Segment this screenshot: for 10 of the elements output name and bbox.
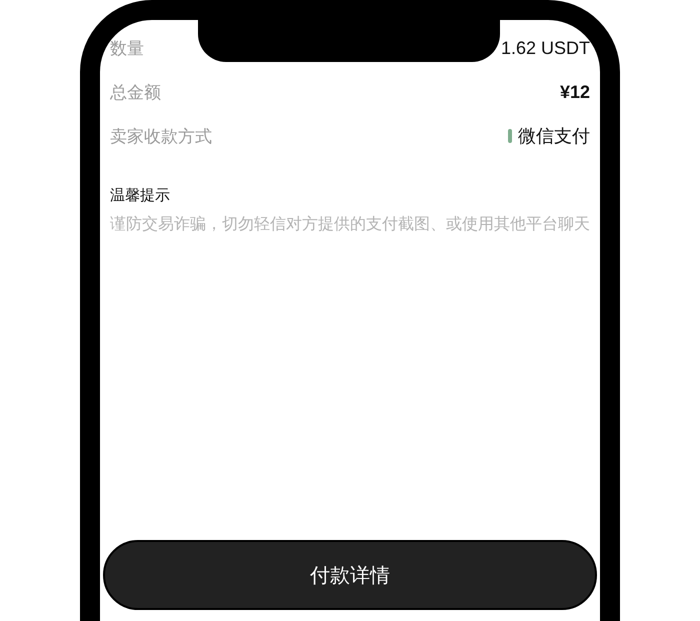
payment-mark-icon	[508, 129, 512, 143]
notice-title: 温馨提示	[110, 186, 171, 205]
payment-details-button[interactable]: 付款详情	[103, 540, 597, 610]
notice-text: 谨防交易诈骗，切勿轻信对方提供的支付截图、或使用其他平台聊天	[110, 213, 590, 235]
detail-value: 微信支付	[518, 125, 590, 148]
detail-label: 数量	[110, 38, 144, 60]
detail-value: ¥12	[560, 82, 590, 102]
detail-label: 卖家收款方式	[110, 126, 212, 148]
detail-label: 总金额	[110, 82, 161, 104]
detail-value: 1.62 USDT	[500, 38, 590, 58]
